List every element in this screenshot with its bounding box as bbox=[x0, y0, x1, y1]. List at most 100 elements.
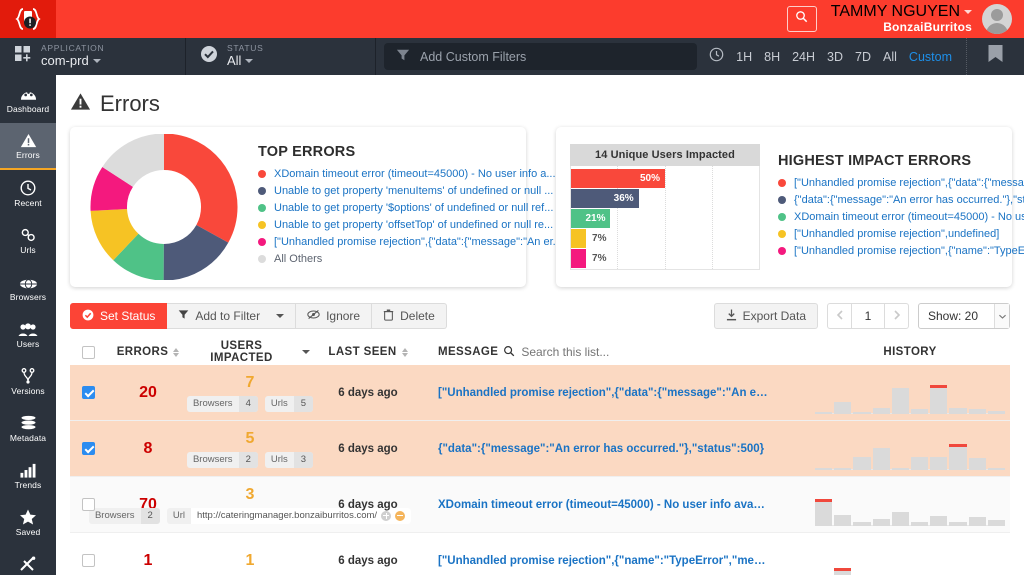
sidebar-item-users[interactable]: Users bbox=[0, 311, 56, 358]
legend-item[interactable]: Unable to get property 'menuItems' of un… bbox=[258, 185, 562, 197]
error-message-link[interactable]: XDomain timeout error (timeout=45000) - … bbox=[438, 499, 768, 511]
legend-label[interactable]: XDomain timeout error (timeout=45000) - … bbox=[274, 168, 556, 180]
sidebar-item-metadata[interactable]: Metadata bbox=[0, 405, 56, 452]
sidebar-item-settings[interactable]: Settings bbox=[0, 546, 56, 575]
bar-chart-plot: 50% 36% 21% bbox=[570, 166, 760, 270]
time-range-custom[interactable]: Custom bbox=[909, 50, 952, 64]
error-message-link[interactable]: ["Unhandled promise rejection",{"name":"… bbox=[438, 555, 768, 567]
custom-filters-input[interactable]: Add Custom Filters bbox=[384, 43, 697, 70]
highest-impact-errors-card: 14 Unique Users Impacted 50% 36 bbox=[556, 127, 1012, 287]
column-header-last-seen[interactable]: LAST SEEN bbox=[310, 346, 426, 358]
select-all-checkbox-cell bbox=[70, 346, 106, 359]
time-range-3d[interactable]: 3D bbox=[827, 50, 843, 64]
bar[interactable] bbox=[571, 229, 586, 248]
custom-filters-wrap: Add Custom Filters bbox=[376, 43, 703, 70]
row-errors-cell: 1 bbox=[106, 533, 190, 575]
current-page-number[interactable]: 1 bbox=[852, 303, 884, 329]
legend-item[interactable]: Unable to get property 'offsetTop' of un… bbox=[258, 219, 562, 231]
browsers-tag[interactable]: Browsers 4 bbox=[187, 396, 258, 412]
bar[interactable]: 36% bbox=[571, 189, 639, 208]
legend-label[interactable]: Unable to get property 'offsetTop' of un… bbox=[274, 219, 553, 231]
sidebar-item-versions[interactable]: Versions bbox=[0, 358, 56, 405]
ignore-button[interactable]: Ignore bbox=[296, 303, 372, 329]
next-page-button[interactable] bbox=[884, 303, 909, 329]
table-row[interactable]: 20 7 Browsers 4 Urls 5 bbox=[70, 365, 1010, 421]
bar[interactable] bbox=[571, 249, 586, 268]
add-to-filter-button[interactable]: Add to Filter bbox=[167, 303, 296, 329]
time-range-24h[interactable]: 24H bbox=[792, 50, 815, 64]
add-url-filter-icon[interactable] bbox=[381, 511, 391, 521]
browsers-tag[interactable]: Browsers 2 bbox=[89, 508, 160, 524]
column-header-users-impacted[interactable]: USERS IMPACTED bbox=[190, 340, 310, 364]
legend-label[interactable]: Unable to get property 'menuItems' of un… bbox=[274, 185, 553, 197]
sidebar-item-recent[interactable]: Recent bbox=[0, 170, 56, 217]
sidebar-item-urls[interactable]: Urls bbox=[0, 217, 56, 264]
legend-label[interactable]: {"data":{"message":"An error has occurre… bbox=[794, 194, 1024, 206]
bar[interactable]: 50% bbox=[571, 169, 665, 188]
legend-item[interactable]: ["Unhandled promise rejection",{"data":{… bbox=[258, 236, 562, 248]
row-checkbox[interactable] bbox=[82, 386, 95, 399]
legend-item[interactable]: ["Unhandled promise rejection",undefined… bbox=[778, 228, 1024, 240]
bar-row: 7% bbox=[571, 249, 759, 268]
time-range-8h[interactable]: 8H bbox=[764, 50, 780, 64]
error-message-link[interactable]: {"data":{"message":"An error has occurre… bbox=[438, 443, 764, 455]
prev-page-button[interactable] bbox=[827, 303, 852, 329]
bookmark-button[interactable] bbox=[966, 38, 1024, 75]
table-row[interactable]: 1 1 6 days ago ["Unhandled promise rejec… bbox=[70, 533, 1010, 575]
delete-button[interactable]: Delete bbox=[372, 303, 447, 329]
global-search-button[interactable] bbox=[787, 6, 817, 32]
sidebar-item-browsers[interactable]: Browsers bbox=[0, 264, 56, 311]
legend-label[interactable]: ["Unhandled promise rejection",{"data":{… bbox=[274, 236, 562, 248]
search-input[interactable] bbox=[521, 345, 671, 359]
row-select-cell bbox=[70, 477, 106, 532]
urls-tag[interactable]: Urls 3 bbox=[265, 452, 313, 468]
top-errors-donut-chart bbox=[88, 134, 240, 280]
time-range-all[interactable]: All bbox=[883, 50, 897, 64]
legend-label[interactable]: ["Unhandled promise rejection",{"name":"… bbox=[794, 245, 1024, 257]
legend-label[interactable]: ["Unhandled promise rejection",undefined… bbox=[794, 228, 999, 240]
bar-value: 7% bbox=[592, 253, 606, 264]
legend-item[interactable]: XDomain timeout error (timeout=45000) - … bbox=[778, 211, 1024, 223]
bar[interactable]: 21% bbox=[571, 209, 610, 228]
chevron-left-icon bbox=[836, 307, 844, 325]
grid-plus-icon bbox=[14, 45, 32, 68]
legend-item[interactable]: {"data":{"message":"An error has occurre… bbox=[778, 194, 1024, 206]
error-message-link[interactable]: ["Unhandled promise rejection",{"data":{… bbox=[438, 387, 768, 399]
legend-item[interactable]: XDomain timeout error (timeout=45000) - … bbox=[258, 168, 562, 180]
top-errors-title: TOP ERRORS bbox=[258, 144, 562, 160]
application-selector[interactable]: APPLICATION com-prd bbox=[0, 38, 186, 75]
legend-item[interactable]: ["Unhandled promise rejection",{"data":{… bbox=[778, 177, 1024, 189]
add-to-filter-label: Add to Filter bbox=[195, 309, 260, 323]
legend-label[interactable]: ["Unhandled promise rejection",{"data":{… bbox=[794, 177, 1024, 189]
time-range-1h[interactable]: 1H bbox=[736, 50, 752, 64]
legend-item[interactable]: ["Unhandled promise rejection",{"name":"… bbox=[778, 245, 1024, 257]
legend-label[interactable]: XDomain timeout error (timeout=45000) - … bbox=[794, 211, 1024, 223]
remove-url-filter-icon[interactable] bbox=[395, 511, 405, 521]
user-menu[interactable]: TAMMY NGUYEN BonzaiBurritos bbox=[831, 3, 972, 35]
urls-tag[interactable]: Urls 5 bbox=[265, 396, 313, 412]
row-checkbox[interactable] bbox=[82, 442, 95, 455]
sidebar-item-trends[interactable]: Trends bbox=[0, 452, 56, 499]
legend-item[interactable]: Unable to get property '$options' of und… bbox=[258, 202, 562, 214]
column-header-errors[interactable]: ERRORS bbox=[106, 346, 190, 358]
sidebar-item-saved[interactable]: Saved bbox=[0, 499, 56, 546]
set-status-button[interactable]: Set Status bbox=[70, 303, 167, 329]
avatar[interactable] bbox=[982, 4, 1012, 34]
legend-label[interactable]: Unable to get property '$options' of und… bbox=[274, 202, 553, 214]
sidebar-item-dashboard[interactable]: Dashboard bbox=[0, 76, 56, 123]
row-message-cell: {"data":{"message":"An error has occurre… bbox=[426, 421, 810, 476]
status-selector[interactable]: STATUS All bbox=[186, 38, 376, 75]
export-data-button[interactable]: Export Data bbox=[714, 303, 818, 329]
select-all-checkbox[interactable] bbox=[82, 346, 95, 359]
time-range-7d[interactable]: 7D bbox=[855, 50, 871, 64]
row-users-cell: 7 Browsers 4 Urls 5 bbox=[190, 365, 310, 420]
app-logo[interactable] bbox=[0, 0, 56, 38]
rows-per-page-select[interactable]: Show: 20 bbox=[918, 303, 1010, 329]
table-row[interactable]: 8 5 Browsers 2 Urls 3 bbox=[70, 421, 1010, 477]
browsers-tag[interactable]: Browsers 2 bbox=[187, 452, 258, 468]
row-checkbox[interactable] bbox=[82, 554, 95, 567]
table-row[interactable]: 70 3 Browsers 2 Url http://cateringmanag… bbox=[70, 477, 1010, 533]
filter-toolbar: APPLICATION com-prd STATUS All Add Cu bbox=[0, 38, 1024, 75]
sidebar-item-errors[interactable]: Errors bbox=[0, 123, 56, 170]
row-checkbox[interactable] bbox=[82, 498, 95, 511]
